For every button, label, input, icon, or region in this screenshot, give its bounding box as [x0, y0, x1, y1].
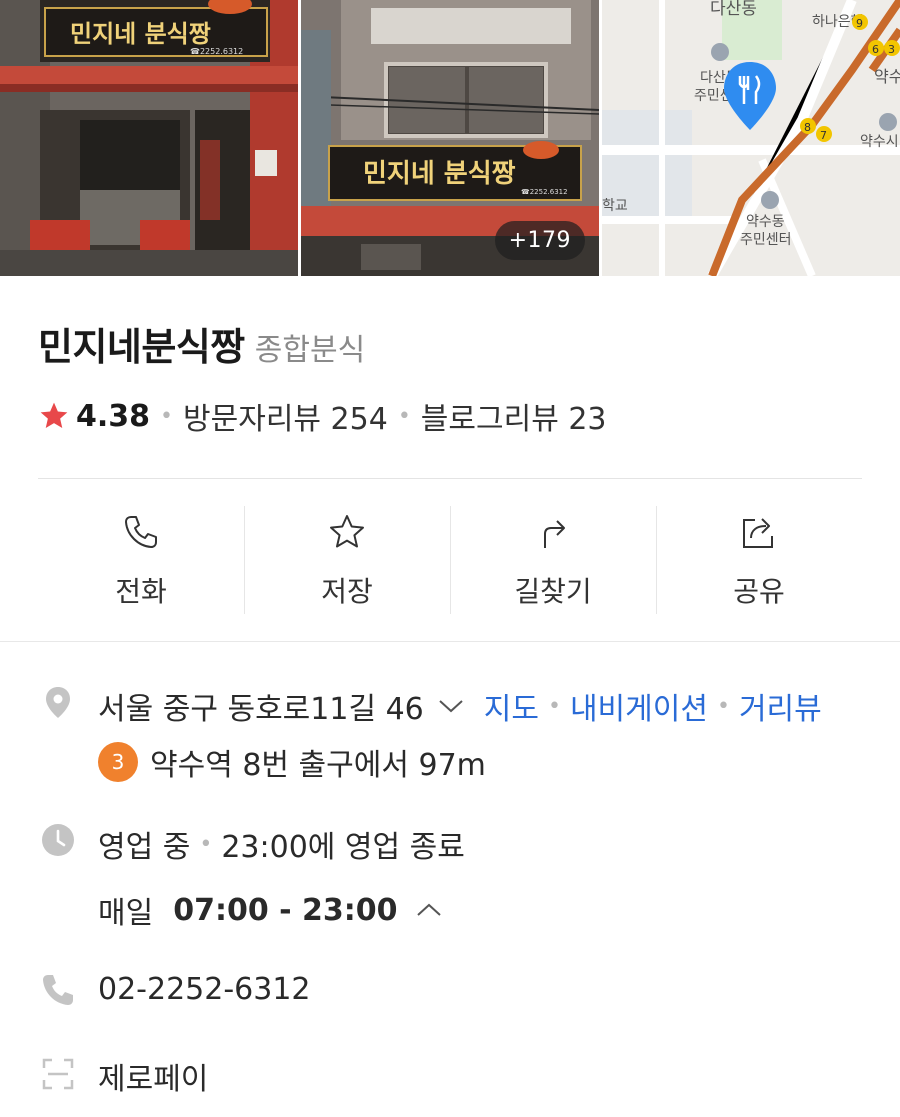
subway-line-badge: 3	[98, 742, 138, 782]
svg-text:☎2252.6312: ☎2252.6312	[521, 188, 568, 196]
phone-number[interactable]: 02-2252-6312	[98, 972, 311, 1007]
street-view-link[interactable]: 거리뷰	[739, 684, 822, 728]
address-text: 서울 중구 동호로11길 46	[98, 692, 424, 727]
svg-text:민지네 분식짱: 민지네 분식짱	[363, 159, 516, 189]
separator-dot: •	[547, 693, 561, 719]
subway-distance: 약수역 8번 출구에서 97m	[150, 748, 486, 783]
svg-text:8: 8	[804, 121, 811, 134]
phone-row[interactable]: 02-2252-6312	[98, 972, 311, 1007]
open-status: 영업 중	[98, 830, 191, 865]
rating-value: 4.38	[76, 398, 151, 434]
call-button[interactable]: 전화	[38, 506, 244, 614]
rating-row: 4.38 • 방문자리뷰 254 • 블로그리뷰 23	[38, 394, 607, 438]
svg-text:9: 9	[856, 17, 863, 30]
location-pin-icon	[46, 687, 70, 718]
svg-text:주민센터: 주민센터	[740, 232, 792, 248]
star-outline-icon	[330, 515, 364, 548]
payment-method: 제로페이	[98, 1062, 209, 1097]
action-bar: 전화 저장 길찾기 공유	[38, 506, 862, 614]
hours-day: 매일	[98, 896, 154, 931]
svg-text:다산동: 다산동	[710, 0, 757, 19]
clock-icon	[42, 824, 74, 856]
phone-icon	[125, 516, 157, 548]
address-row: 서울 중구 동호로11길 46 지도 • 내비게이션 • 거리뷰	[98, 684, 822, 728]
title-row: 민지네분식짱 종합분식	[38, 316, 365, 371]
share-button[interactable]: 공유	[656, 506, 862, 614]
svg-text:3: 3	[888, 43, 895, 56]
storefront-photo[interactable]: 민지네 분식짱 ☎2252.6312	[0, 0, 298, 276]
navigation-link[interactable]: 내비게이션	[570, 684, 708, 728]
hours-status-row: 영업 중 • 23:00에 영업 종료	[98, 822, 465, 866]
more-photos-badge[interactable]: +179	[494, 221, 585, 260]
separator-dot: •	[199, 831, 213, 857]
save-button[interactable]: 저장	[244, 506, 450, 614]
scan-pay-icon	[42, 1058, 74, 1090]
close-time: 23:00에 영업 종료	[221, 830, 465, 865]
subway-row: 3 약수역 8번 출구에서 97m	[98, 740, 486, 784]
place-category: 종합분식	[254, 333, 366, 368]
separator-dot: •	[160, 403, 174, 429]
map-link[interactable]: 지도	[484, 684, 539, 728]
svg-text:학교: 학교	[602, 198, 628, 214]
payment-row: 제로페이	[98, 1054, 208, 1098]
photo-strip: 민지네 분식짱 ☎2252.6312 민지네 분식짱 ☎2252.6312 +1…	[0, 0, 900, 276]
svg-text:약수: 약수	[874, 67, 900, 86]
svg-text:☎2252.6312: ☎2252.6312	[190, 47, 243, 56]
phone-icon	[43, 975, 73, 1005]
svg-text:약수시: 약수시	[860, 134, 899, 150]
svg-text:6: 6	[872, 43, 879, 56]
sign-text: 민지네 분식짱	[70, 20, 211, 48]
save-label: 저장	[321, 575, 373, 608]
map-thumbnail[interactable]: 다산동 하나은행 약수 다산동 주민센 약수동 주민센터 약수시 학교 9 6 …	[602, 0, 900, 276]
separator-dot: •	[716, 693, 730, 719]
share-label: 공유	[733, 575, 785, 608]
blog-reviews-link[interactable]: 블로그리뷰 23	[421, 394, 607, 438]
separator-dot: •	[397, 403, 411, 429]
directions-label: 길찾기	[514, 575, 592, 608]
place-name: 민지네분식짱	[38, 325, 245, 369]
visitor-reviews-link[interactable]: 방문자리뷰 254	[183, 394, 388, 438]
chevron-down-icon[interactable]	[438, 698, 464, 714]
building-photo[interactable]: 민지네 분식짱 ☎2252.6312 +179	[301, 0, 599, 276]
directions-icon	[544, 520, 565, 548]
svg-text:7: 7	[820, 129, 827, 142]
directions-button[interactable]: 길찾기	[450, 506, 656, 614]
hours-range: 07:00 - 23:00	[173, 892, 398, 928]
share-icon	[743, 518, 773, 548]
svg-text:약수동: 약수동	[746, 214, 785, 230]
chevron-up-icon[interactable]	[416, 902, 442, 918]
divider	[38, 478, 862, 479]
star-icon	[40, 402, 68, 428]
hours-row[interactable]: 매일 07:00 - 23:00	[98, 888, 442, 932]
call-label: 전화	[115, 575, 167, 608]
divider	[0, 641, 900, 642]
